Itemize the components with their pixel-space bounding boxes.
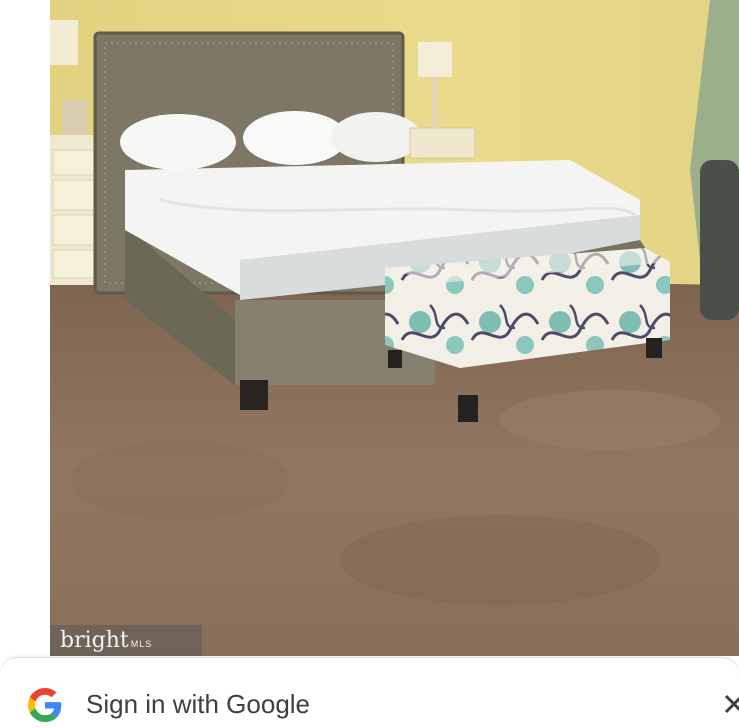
google-g-icon <box>28 688 62 722</box>
google-signin-prompt[interactable]: Sign in with Google <box>0 657 739 728</box>
signin-label[interactable]: Sign in with Google <box>86 689 310 720</box>
close-icon[interactable] <box>722 688 739 722</box>
watermark-sub: MLS <box>130 639 153 649</box>
bedroom-photo-image <box>50 0 739 656</box>
watermark-main: bright <box>60 628 129 653</box>
mls-watermark: bright MLS <box>50 625 202 656</box>
listing-photo[interactable] <box>50 0 739 656</box>
